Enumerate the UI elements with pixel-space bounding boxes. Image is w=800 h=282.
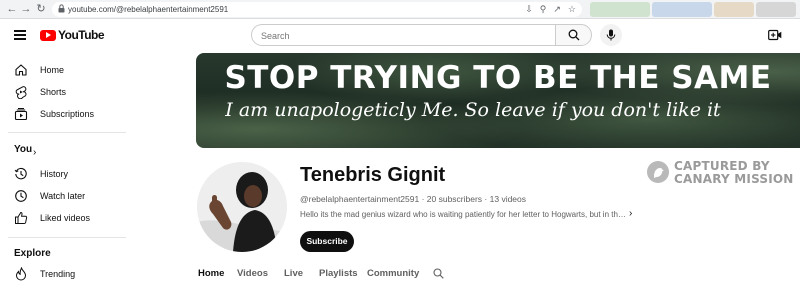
logo-text: YouTube [58,28,105,42]
banner-tagline: I am unapologeticly Me. So leave if you … [225,99,721,121]
avatar-photo [197,162,287,252]
masthead: YouTube [0,19,800,53]
sidebar-item-label: Watch later [40,191,86,201]
tab-playlists[interactable]: Playlists [319,267,358,280]
sidebar-item-label: History [40,169,69,179]
search-button[interactable] [555,24,592,46]
address-bar-actions: ⇩ ⚲ ↗ ☆ [525,3,576,16]
sidebar-divider [8,237,126,238]
sidebar-item-history[interactable]: History [0,164,128,184]
channel-name: Tenebris Gignit [300,164,446,186]
chevron-right-icon[interactable]: › [629,208,632,219]
channel-description[interactable]: Hello its the mad genius wizard who is w… [300,209,628,221]
sidebar-heading-you[interactable]: You [14,144,32,156]
browser-toolbar: ← → ↻ youtube.com/@rebelalphaentertainme… [0,0,800,19]
sidebar-item-shorts[interactable]: Shorts [0,82,128,102]
search-box [251,24,555,46]
sidebar-item-liked-videos[interactable]: Liked videos [0,208,128,228]
sidebar-item-label: Shorts [40,87,67,97]
sidebar-item-label: Liked videos [40,213,91,223]
address-bar[interactable]: youtube.com/@rebelalphaentertainment2591… [52,2,582,17]
sidebar-item-label: Trending [40,269,76,279]
subscriptions-icon [14,108,28,121]
sidebar-item-home[interactable]: Home [0,60,128,80]
create-video-icon[interactable] [768,29,782,41]
sidebar-divider [8,132,126,133]
forward-icon[interactable]: → [20,3,32,15]
video-count: 13 videos [489,194,527,204]
bookmark-star-icon[interactable]: ☆ [568,3,576,16]
tab-live[interactable]: Live [284,267,303,280]
sidebar-item-label: Home [40,65,65,75]
channel-avatar[interactable] [197,162,287,252]
watch-later-icon [15,190,27,202]
chevron-right-icon: › [33,147,37,158]
microphone-icon [606,29,616,41]
zoom-icon[interactable]: ⚲ [540,3,547,16]
channel-banner: STOP TRYING TO BE THE SAME I am unapolog… [196,53,800,148]
youtube-logo[interactable]: YouTube [40,28,105,42]
trending-icon [15,267,27,281]
sidebar-item-label: Subscriptions [40,109,95,119]
meta-separator: · [482,194,490,204]
menu-icon[interactable] [14,30,26,40]
subscribe-button[interactable]: Subscribe [300,231,354,252]
install-icon[interactable]: ⇩ [525,3,533,16]
blurred-extension-area [590,2,650,17]
tab-videos[interactable]: Videos [237,267,268,280]
page-root: ← → ↻ youtube.com/@rebelalphaentertainme… [0,0,800,282]
blurred-extension-area [714,2,754,17]
meta-separator: · [419,194,427,204]
search-icon[interactable] [433,268,444,279]
shorts-icon [15,86,27,99]
history-icon [14,167,27,180]
tab-community[interactable]: Community [367,267,419,280]
sidebar-heading-explore: Explore [14,248,51,259]
subscriber-count: 20 subscribers [426,194,483,204]
voice-search-button[interactable] [600,24,622,46]
lock-icon [58,4,65,13]
thumbs-up-icon [15,211,28,224]
sidebar-item-trending[interactable]: Trending [0,264,128,282]
watermark-line-2: CANARY MISSION [674,172,794,186]
channel-meta: @rebelalphaentertainment2591 · 20 subscr… [300,193,526,205]
search-icon [568,29,580,41]
tab-home[interactable]: Home [198,267,224,280]
share-icon[interactable]: ↗ [553,3,561,16]
sidebar-item-subscriptions[interactable]: Subscriptions [0,104,128,124]
channel-handle: @rebelalphaentertainment2591 [300,194,420,204]
sidebar: Home Shorts Subscriptions You › History … [0,53,130,282]
reload-icon[interactable]: ↻ [35,3,47,15]
url-text: youtube.com/@rebelalphaentertainment2591 [68,5,229,14]
canary-bird-icon [647,161,669,183]
search-input[interactable] [261,29,541,43]
watermark-logo: CAPTURED BY CANARY MISSION [647,158,800,188]
blurred-extension-area [756,2,796,17]
back-icon[interactable]: ← [6,3,18,15]
youtube-play-icon [40,29,56,41]
banner-headline: STOP TRYING TO BE THE SAME [224,60,772,96]
blurred-extension-area [652,2,712,17]
sidebar-item-watch-later[interactable]: Watch later [0,186,128,206]
home-icon [15,64,27,76]
